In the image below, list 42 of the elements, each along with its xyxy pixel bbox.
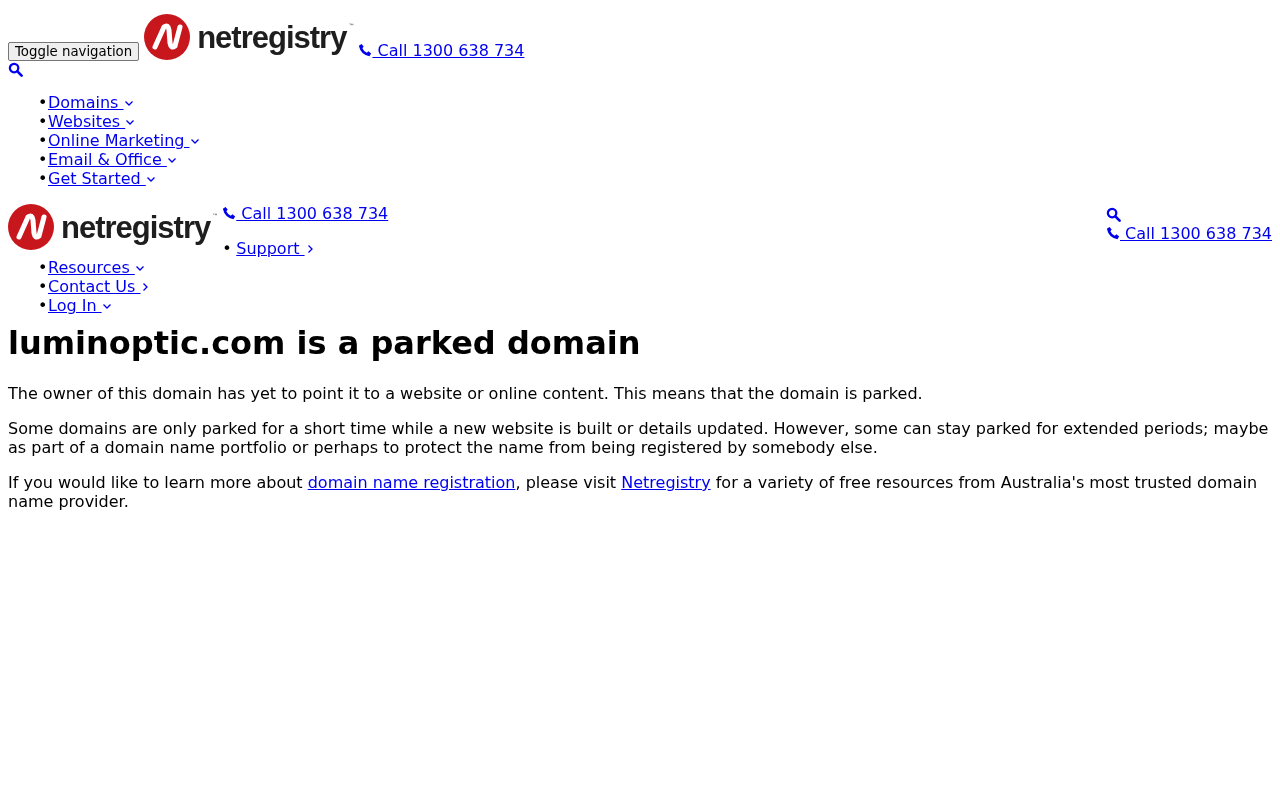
phone-icon	[1106, 226, 1120, 240]
list-bullet: •	[38, 150, 48, 169]
nav-link[interactable]: Support	[236, 239, 315, 258]
text-link[interactable]: Netregistry	[621, 473, 711, 492]
list-bullet: •	[222, 239, 233, 258]
call-link[interactable]: Call 1300 638 734	[1106, 224, 1272, 243]
chevron-down-icon	[145, 174, 156, 184]
page-title: luminoptic.com is a parked domain	[8, 325, 642, 362]
list-bullet: •	[38, 93, 48, 112]
call-link[interactable]: Call 1300 638 734	[358, 41, 525, 60]
nav-link[interactable]: Websites	[48, 112, 136, 131]
chevron-down-icon	[189, 136, 200, 146]
chevron-down-icon	[101, 301, 112, 311]
text-link[interactable]: domain name registration	[307, 473, 516, 492]
chevron-down-icon	[125, 117, 136, 127]
phone-icon	[358, 43, 373, 57]
paragraph: The owner of this domain has yet to point it to a website or online content. This means that the domain is parked.	[8, 384, 924, 403]
list-bullet: •	[38, 277, 48, 296]
phone-icon	[222, 206, 237, 220]
logo-mark-icon	[8, 204, 54, 250]
list-bullet: •	[38, 112, 48, 131]
nav-link[interactable]: Online Marketing	[48, 131, 200, 150]
chevron-down-icon	[166, 155, 177, 165]
nav-link[interactable]: Get Started	[48, 169, 156, 188]
nav-link[interactable]: Resources	[48, 258, 145, 277]
toggle-navigation-button[interactable]: Toggle navigation	[8, 42, 140, 61]
list-bullet: •	[38, 131, 48, 150]
list-bullet: •	[38, 296, 48, 315]
nav-link[interactable]: Domains	[48, 93, 134, 112]
list-bullet: •	[38, 258, 48, 277]
nav-link[interactable]: Contact Us	[48, 277, 151, 296]
chevron-down-icon	[134, 263, 145, 273]
list-bullet: •	[38, 169, 48, 188]
nav-link[interactable]: Email & Office	[48, 150, 177, 169]
paragraph: Some domains are only parked for a short time while a new website is built or details updated. However, some can stay parked for extended periods; maybe as part of a domain name portfolio or perhaps to protect the name from being registered by somebody else.	[8, 419, 1270, 457]
logo-mark-icon	[144, 14, 191, 60]
nav-link[interactable]: Log In	[48, 296, 112, 315]
search-icon[interactable]	[8, 62, 23, 77]
paragraph: If you would like to learn more about domain name registration, please visit Netregistry for a variety of free resources from Australia's most trusted domain name provider.	[8, 473, 1259, 511]
call-link[interactable]: Call 1300 638 734	[222, 204, 389, 223]
chevron-down-icon	[123, 98, 134, 108]
search-icon[interactable]	[1106, 207, 1121, 222]
